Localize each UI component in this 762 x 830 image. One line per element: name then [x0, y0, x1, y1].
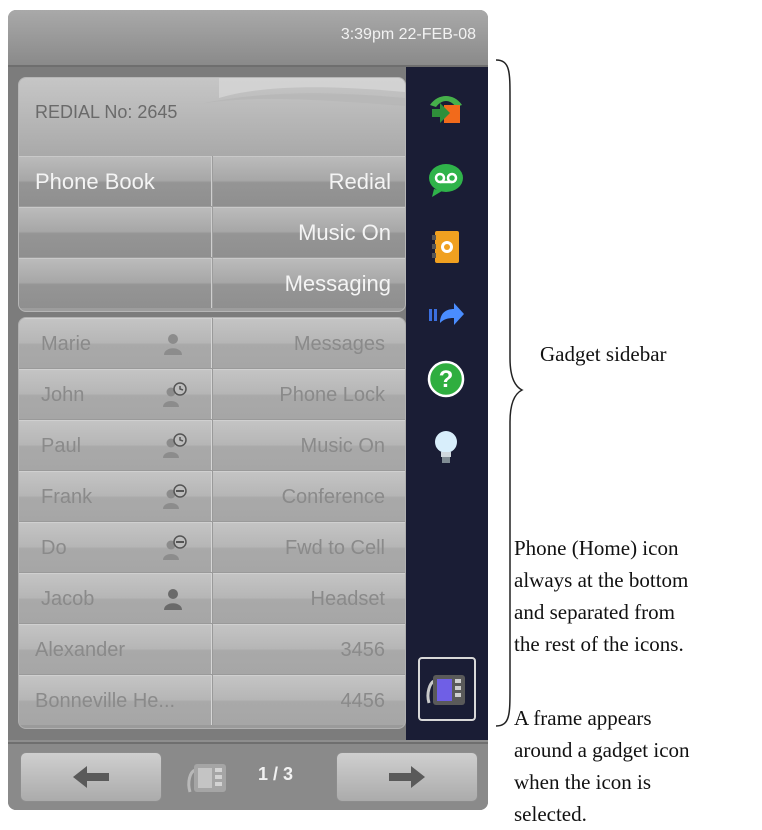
redial-button[interactable]: Redial [213, 156, 405, 206]
contact-name: John [41, 384, 85, 406]
phone-device: 3:39pm 22-FEB-08 REDIAL No: 2645 Phone B… [8, 10, 488, 810]
redial-number: REDIAL No: 2645 [35, 102, 178, 122]
list-item: Alexander 3456 [19, 624, 405, 674]
contact-do-button[interactable]: Do [19, 522, 212, 572]
messaging-button[interactable]: Messaging [213, 258, 405, 308]
conference-button[interactable]: Conference [213, 471, 405, 521]
empty-slot-button[interactable] [19, 258, 212, 308]
list-item: Do Fwd to Cell [19, 522, 405, 572]
previous-page-button[interactable] [20, 752, 162, 802]
gadget-sidebar-label: Gadget sidebar [540, 342, 667, 366]
note-line: always at the bottom [514, 568, 689, 592]
note-line: the rest of the icons. [514, 632, 684, 656]
next-page-button[interactable] [336, 752, 478, 802]
top-panel: REDIAL No: 2645 Phone Book Redial Music … [18, 77, 406, 312]
forward-icon[interactable] [426, 295, 466, 335]
frame-note: A frame appears around a gadget icon whe… [514, 702, 690, 830]
page-indicator: 1 / 3 [258, 764, 294, 784]
arrow-right-icon [389, 766, 425, 788]
note-line: Phone (Home) icon [514, 536, 679, 560]
extension-3456-button[interactable]: 3456 [213, 624, 405, 674]
person-clock-icon [163, 433, 187, 458]
contact-name: Paul [41, 435, 82, 457]
person-available-icon [164, 589, 182, 610]
music-on-button[interactable]: Music On [213, 420, 405, 470]
note-line: and separated from [514, 600, 675, 624]
phone-lock-button[interactable]: Phone Lock [213, 369, 405, 419]
gadget-sidebar: ? [406, 67, 488, 740]
person-clock-icon [163, 382, 187, 407]
top-grid-row: Phone Book Redial [19, 156, 405, 206]
list-item: Jacob Headset [19, 573, 405, 623]
redial-display: REDIAL No: 2645 [19, 78, 405, 156]
empty-slot-button[interactable] [19, 207, 212, 257]
transfer-icon[interactable] [426, 87, 466, 127]
extension-4456-button[interactable]: 4456 [213, 675, 405, 725]
selected-frame [418, 657, 476, 721]
contact-paul-button[interactable]: Paul [19, 420, 212, 470]
voicemail-icon[interactable] [426, 159, 466, 199]
status-datetime: 3:39pm 22-FEB-08 [340, 26, 476, 43]
help-icon[interactable]: ? [426, 359, 466, 399]
list-item: John Phone Lock [19, 369, 405, 419]
contact-bonneville-button[interactable]: Bonneville He... [19, 675, 212, 725]
speed-dial-panel: Marie Messages John Phone Lock Paul Musi… [18, 317, 406, 729]
phone-book-button[interactable]: Phone Book [19, 156, 212, 206]
contact-name: Marie [41, 333, 92, 355]
contact-name: Jacob [41, 588, 95, 610]
note-line: when the icon is [514, 770, 652, 794]
note-line: around a gadget icon [514, 738, 690, 762]
person-icon [164, 334, 182, 355]
phone-home-icon[interactable] [426, 667, 468, 711]
music-on-button[interactable]: Music On [213, 207, 405, 257]
contact-name: Frank [41, 486, 93, 508]
contact-name: Bonneville He... [35, 690, 176, 712]
contact-john-button[interactable]: John [19, 369, 212, 419]
lightbulb-icon[interactable] [426, 427, 466, 467]
fwd-to-cell-button[interactable]: Fwd to Cell [213, 522, 405, 572]
svg-text:?: ? [439, 366, 454, 393]
messages-button[interactable]: Messages [213, 318, 405, 368]
list-item: Bonneville He... 4456 [19, 675, 405, 725]
home-icon-note: Phone (Home) icon always at the bottom a… [514, 532, 688, 660]
contact-frank-button[interactable]: Frank [19, 471, 212, 521]
phone-page-icon [187, 764, 226, 793]
note-line: A frame appears [514, 706, 652, 730]
address-book-icon[interactable] [426, 227, 466, 267]
contact-name: Do [41, 537, 67, 559]
list-item: Paul Music On [19, 420, 405, 470]
pagination-bar: 1 / 3 [8, 742, 488, 810]
contact-name: Alexander [35, 639, 126, 661]
person-busy-icon [163, 535, 187, 560]
list-item: Marie Messages [19, 318, 405, 368]
person-busy-icon [163, 484, 187, 509]
status-bar: 3:39pm 22-FEB-08 [8, 10, 488, 67]
list-item: Frank Conference [19, 471, 405, 521]
contact-alexander-button[interactable]: Alexander [19, 624, 212, 674]
contact-jacob-button[interactable]: Jacob [19, 573, 212, 623]
arrow-left-icon [73, 766, 109, 788]
note-line: selected. [514, 802, 587, 826]
contact-marie-button[interactable]: Marie [19, 318, 212, 368]
top-grid-row: Messaging [19, 258, 405, 308]
top-grid-row: Music On [19, 207, 405, 257]
main-screen: REDIAL No: 2645 Phone Book Redial Music … [8, 67, 488, 740]
headset-button[interactable]: Headset [213, 573, 405, 623]
